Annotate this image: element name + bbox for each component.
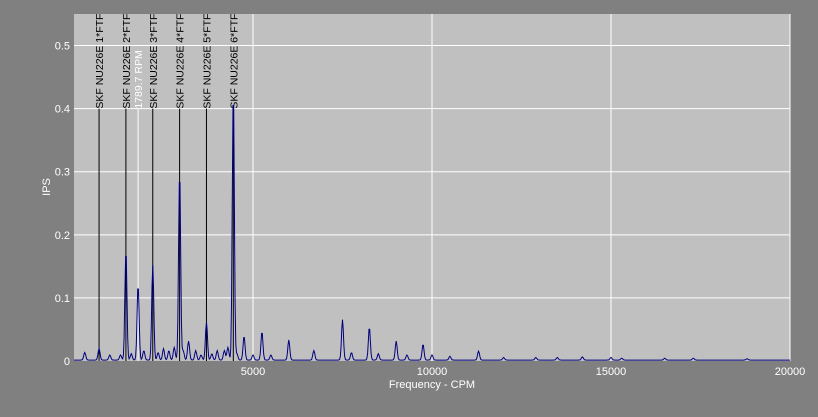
y-tick-label: 0.4 [55,104,70,116]
spectrum-chart: SKF NU226E 1*FTF SKF NU226E 2*FTF 1789.7 R… [41,14,806,391]
x-tick-label: 5000 [241,366,265,378]
x-tick-label: 15000 [596,366,627,378]
y-tick-label: 0 [64,356,70,368]
y-tick-label: 0.1 [55,293,70,305]
marker-label: SKF NU226E 3*FTF [148,14,160,109]
marker-label: SKF NU226E 5*FTF [201,14,213,109]
marker-label: SKF NU226E 6*FTF [228,14,240,109]
x-axis-label: Frequency - CPM [389,379,475,391]
y-tick-label: 0.3 [55,167,70,179]
marker-label: SKF NU226E 1*FTF [94,14,106,109]
x-tick-label: 20000 [775,366,806,378]
marker-label: SKF NU226E 4*FTF [175,14,187,109]
y-axis-label: IPS [41,178,53,196]
y-tick-label: 0.2 [55,230,70,242]
marker-label: SKF NU226E 2*FTF [121,14,133,109]
y-tick-label: 0.5 [55,41,70,53]
x-tick-label: 10000 [417,366,448,378]
marker-label: 1789.7 RPM [133,50,145,108]
